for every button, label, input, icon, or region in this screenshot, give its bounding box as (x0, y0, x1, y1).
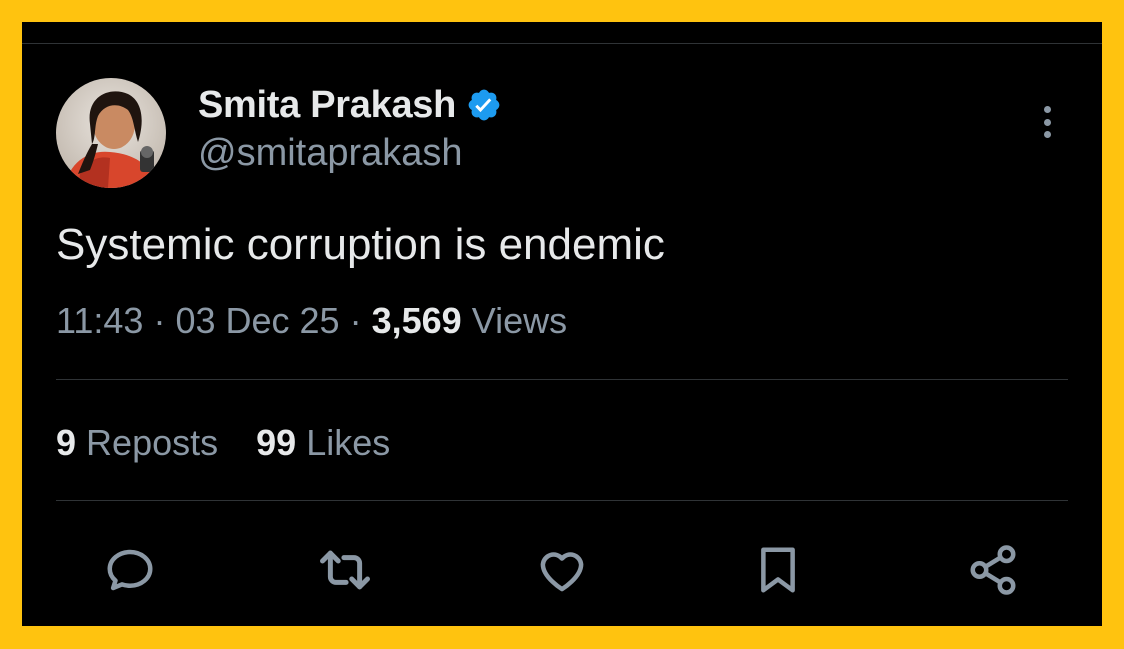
author-name-row[interactable]: Smita Prakash (198, 80, 502, 130)
more-vertical-icon[interactable] (1034, 102, 1060, 142)
reply-button[interactable] (102, 542, 158, 598)
divider (56, 379, 1068, 380)
engagement-stats: 9 Reposts 99 Likes (56, 422, 390, 464)
reposts-label: Reposts (86, 422, 219, 463)
share-icon (970, 545, 1016, 595)
views-count: 3,569 (371, 300, 462, 341)
repost-icon (320, 550, 370, 590)
share-button[interactable] (965, 542, 1021, 598)
meta-separator: · (349, 300, 362, 341)
meta-separator: · (153, 300, 166, 341)
tweet-text: Systemic corruption is endemic (56, 220, 665, 269)
tweet-card: Smita Prakash @smitaprakash Systemic cor… (22, 22, 1102, 626)
like-button[interactable] (534, 542, 590, 598)
tweet-date[interactable]: 03 Dec 25 (175, 300, 339, 341)
likes-label: Likes (306, 422, 391, 463)
repost-button[interactable] (317, 542, 373, 598)
likes-count: 99 (256, 422, 297, 463)
author-name[interactable]: Smita Prakash (198, 84, 456, 127)
bookmark-icon (761, 547, 795, 593)
divider (56, 500, 1068, 501)
top-divider (22, 43, 1102, 44)
reposts-count: 9 (56, 422, 77, 463)
views-label: Views (471, 300, 568, 341)
tweet-metadata: 11:43 · 03 Dec 25 · 3,569 Views (56, 300, 567, 342)
reply-icon (107, 549, 153, 591)
avatar[interactable] (56, 78, 166, 188)
bookmark-button[interactable] (750, 542, 806, 598)
author-handle[interactable]: @smitaprakash (198, 132, 463, 175)
likes-stat[interactable]: 99 Likes (256, 422, 390, 464)
verified-badge-icon (468, 89, 500, 121)
reposts-stat[interactable]: 9 Reposts (56, 422, 218, 464)
like-icon (540, 552, 584, 592)
tweet-time[interactable]: 11:43 (56, 300, 143, 341)
